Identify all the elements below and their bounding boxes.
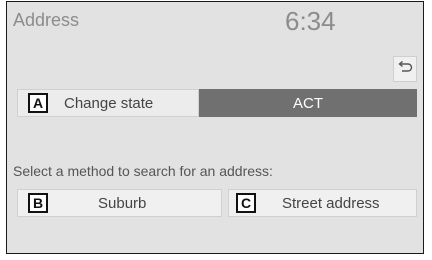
page-title: Address [13,10,80,30]
clock: 6:34 [285,6,336,36]
back-button[interactable] [393,56,417,82]
suburb-label: Suburb [98,194,147,212]
callout-badge-a: A [28,93,48,113]
change-state-label: Change state [64,94,154,112]
state-value-label: ACT [293,94,323,112]
return-arrow-icon [397,60,413,78]
callout-badge-b: B [28,193,48,213]
callout-badge-c: C [236,193,256,213]
address-screen: Address 6:34 Change state A ACT Select a… [6,1,424,254]
search-method-prompt: Select a method to search for an address… [13,163,273,179]
state-value-button[interactable]: ACT [199,89,417,117]
street-address-label: Street address [282,194,380,212]
street-address-button[interactable]: Street address [228,189,417,217]
